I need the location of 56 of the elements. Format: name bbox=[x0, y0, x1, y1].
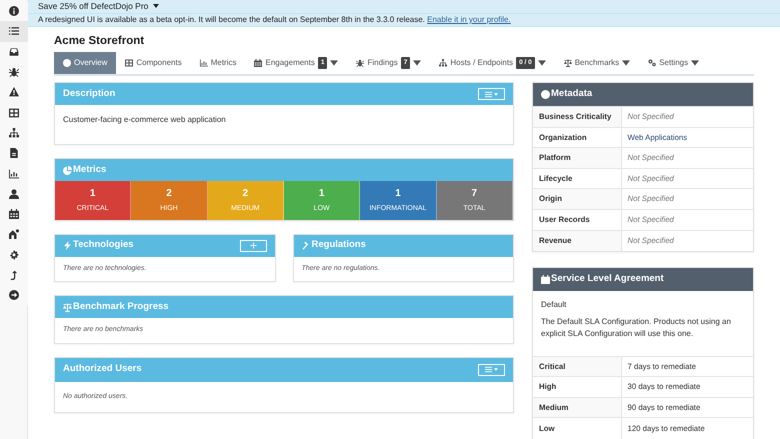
caret-icon[interactable] bbox=[153, 4, 160, 8]
panel-title: Metrics bbox=[73, 162, 106, 177]
panel-title: Service Level Agreement bbox=[551, 272, 664, 286]
file-icon bbox=[9, 148, 19, 158]
panel-title: Technologies bbox=[73, 238, 134, 252]
metric-count: 1 bbox=[394, 188, 402, 200]
table-icon bbox=[9, 108, 19, 118]
panel-title: Benchmark Progress bbox=[73, 300, 169, 314]
inbox-icon bbox=[9, 46, 19, 57]
arrow-circle-icon bbox=[9, 290, 19, 300]
panel-title: Description bbox=[63, 86, 116, 101]
sla-description: The Default SLA Configuration. Products not using an explicit SLA Configuration will use this one. bbox=[541, 316, 732, 340]
calendar-icon bbox=[9, 209, 19, 220]
bug-icon bbox=[356, 59, 364, 67]
panel-title: Metadata bbox=[551, 87, 592, 102]
sla-name: Default bbox=[541, 298, 568, 311]
tab[interactable]: Components bbox=[116, 52, 191, 74]
caret-icon bbox=[494, 368, 498, 371]
menu-icon bbox=[485, 366, 492, 373]
description-text: Customer-facing e-commerce web application bbox=[62, 114, 227, 126]
tab[interactable]: Metrics bbox=[190, 52, 246, 74]
plus-icon bbox=[250, 242, 256, 249]
bug-icon bbox=[9, 67, 19, 78]
bolt-icon bbox=[63, 241, 72, 250]
pie-chart-icon bbox=[63, 166, 72, 174]
house-icon bbox=[9, 229, 19, 240]
user-icon bbox=[9, 188, 19, 199]
metric-count: 7 bbox=[470, 188, 478, 200]
sitemap-icon bbox=[439, 59, 448, 67]
tab[interactable]: Overview bbox=[54, 52, 116, 74]
caret-icon bbox=[494, 92, 498, 96]
tab[interactable]: Benchmarks bbox=[554, 52, 640, 74]
upload-arrow-icon bbox=[9, 270, 19, 280]
sidebar-item[interactable] bbox=[0, 21, 28, 42]
panel-title: Regulations bbox=[312, 238, 366, 252]
sitemap-icon bbox=[9, 128, 19, 138]
notice-text: A redesigned UI is available as a beta opt-in. It will become the default on September 8th in the 3.3.0 release. Enable it in your profile. bbox=[38, 14, 511, 26]
settings-icon bbox=[9, 250, 19, 260]
panel-title: Authorized Users bbox=[63, 362, 142, 376]
bar-chart-icon bbox=[200, 59, 208, 67]
scale-icon bbox=[564, 59, 572, 67]
grid-icon bbox=[125, 59, 134, 67]
metric-count: 1 bbox=[318, 188, 326, 200]
metric-count: 1 bbox=[88, 188, 96, 200]
promo-banner-text: Save 25% off DefectDojo Pro bbox=[38, 0, 148, 13]
bar-chart-icon bbox=[9, 168, 19, 179]
profile-link[interactable]: Enable it in your profile. bbox=[427, 14, 511, 24]
metric-count: 2 bbox=[242, 188, 250, 200]
menu-icon bbox=[485, 90, 492, 98]
product-title: Acme Storefront bbox=[54, 34, 146, 49]
tab[interactable]: Settings bbox=[639, 52, 708, 74]
metric-count: 2 bbox=[165, 188, 173, 200]
list-icon bbox=[9, 26, 19, 36]
calendar-icon bbox=[254, 59, 262, 67]
scale-icon bbox=[63, 302, 72, 312]
warning-icon bbox=[9, 87, 19, 98]
